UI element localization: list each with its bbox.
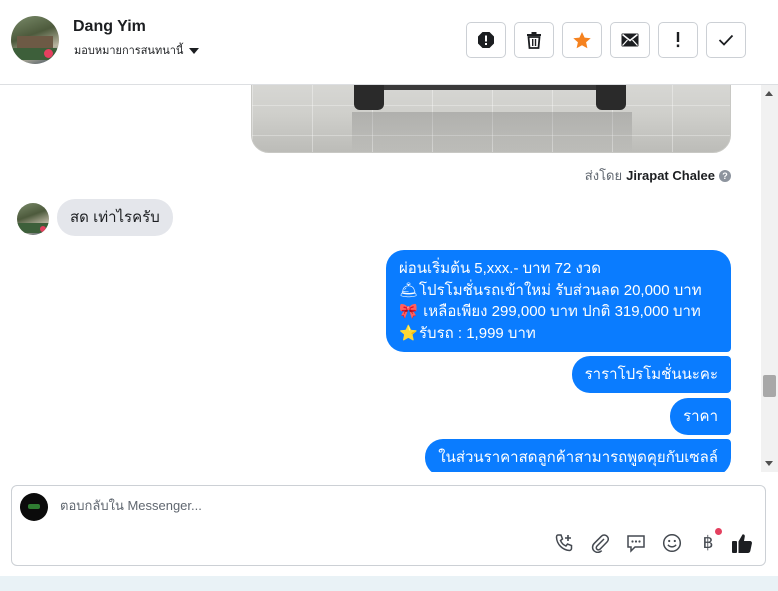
sent-by-name: Jirapat Chalee [626, 168, 715, 183]
outgoing-message[interactable]: ราคา [670, 398, 731, 435]
star-button[interactable] [562, 22, 602, 58]
assign-conversation-dropdown[interactable]: มอบหมายการสนทนานี้ [74, 41, 200, 59]
outgoing-message[interactable]: ราราโปรโมชั่นนะคะ [571, 356, 731, 393]
sent-by-label: ส่งโดย Jirapat Chalee ? [585, 165, 731, 186]
page-avatar [20, 493, 48, 521]
delete-button[interactable] [514, 22, 554, 58]
conversation-header: Dang Yim มอบหมายการสนทนานี้ [0, 0, 778, 85]
assign-label: มอบหมายการสนทนานี้ [74, 45, 184, 57]
paperclip-icon [591, 534, 609, 553]
checkmark-icon [718, 34, 734, 46]
scroll-down-icon[interactable] [765, 461, 773, 466]
star-emoji-icon: ⭐ [399, 324, 418, 342]
ribbon-icon: 🎀 [399, 303, 418, 320]
payment-button[interactable]: ฿ [696, 528, 722, 554]
messenger-inbox-panel: Dang Yim มอบหมายการสนทนานี้ ส่งโดย Jirap… [0, 0, 778, 591]
mark-unread-button[interactable] [610, 22, 650, 58]
reply-composer: ฿ [11, 485, 766, 566]
exclamation-icon [676, 32, 680, 48]
bell-icon: 🛎 [399, 281, 419, 299]
sent-by-prefix: ส่งโดย [584, 168, 623, 183]
thread-scrollbar[interactable] [761, 85, 778, 472]
promo-line-1: ผ่อนเริ่มต้น 5,xxx.- บาท 72 งวด [399, 260, 601, 277]
promo-line-2: 🛎โปรโมชั่นรถเข้าใหม่ รับส่วนลด 20,000 บา… [399, 280, 718, 302]
scrollbar-thumb[interactable] [763, 375, 776, 397]
attach-button[interactable] [588, 532, 612, 554]
trash-icon [527, 32, 541, 49]
saved-replies-button[interactable] [624, 532, 648, 554]
message-thread: ส่งโดย Jirapat Chalee ? สด เท่าไรครับ ผ่… [0, 85, 761, 472]
contact-avatar[interactable] [11, 16, 59, 64]
call-add-icon [555, 534, 573, 552]
like-icon [732, 533, 752, 553]
report-button[interactable] [466, 22, 506, 58]
like-button[interactable] [730, 532, 754, 554]
help-icon[interactable]: ? [719, 169, 731, 182]
outgoing-promo-message[interactable]: ผ่อนเริ่มต้น 5,xxx.- บาท 72 งวด 🛎โปรโมชั… [386, 250, 731, 352]
promo-line-4: ⭐รับรถ : 1,999 บาท [399, 323, 718, 345]
call-button[interactable] [552, 532, 576, 554]
outgoing-message[interactable]: ในส่วนราคาสดลูกค้าสามารถพูดคุยกับเซลล์ [425, 439, 731, 472]
sent-car-photo[interactable] [251, 85, 731, 153]
notification-dot [715, 528, 722, 535]
incoming-message[interactable]: สด เท่าไรครับ [57, 199, 173, 236]
scroll-up-icon[interactable] [765, 91, 773, 96]
contact-avatar-small[interactable] [17, 203, 49, 235]
contact-name[interactable]: Dang Yim [73, 18, 146, 36]
emoji-icon [662, 533, 682, 553]
caret-down-icon [189, 47, 200, 54]
promo-line-3: 🎀 เหลือเพียง 299,000 บาท ปกติ 319,000 บา… [399, 301, 718, 323]
mark-done-button[interactable] [706, 22, 746, 58]
baht-payment-icon: ฿ [702, 533, 714, 552]
reply-input[interactable] [60, 498, 720, 513]
report-icon [478, 32, 494, 48]
envelope-icon [621, 33, 639, 47]
star-icon [573, 31, 591, 48]
footer-strip [0, 576, 778, 591]
emoji-button[interactable] [660, 532, 684, 554]
important-button[interactable] [658, 22, 698, 58]
saved-replies-icon [627, 534, 645, 553]
